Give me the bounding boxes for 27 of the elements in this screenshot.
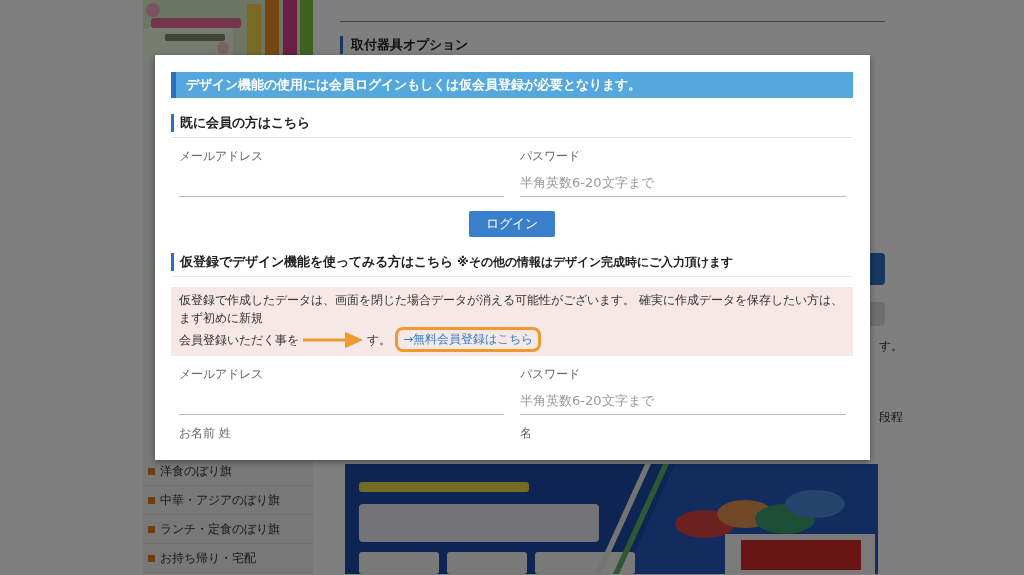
section-heading: 仮登録でデザイン機能を使ってみる方はこちら bbox=[171, 253, 453, 271]
bullet-icon bbox=[148, 467, 155, 475]
category-link[interactable]: お持ち帰り・宅配 bbox=[143, 544, 313, 573]
field-label: パスワード bbox=[520, 148, 581, 165]
field-label: パスワード bbox=[520, 366, 581, 383]
notice-banner: デザイン機能の使用には会員ログインもしくは仮会員登録が必要となります。 bbox=[171, 72, 853, 98]
bullet-icon bbox=[148, 554, 155, 562]
category-link[interactable]: 中華・アジアのぼり旗 bbox=[143, 486, 313, 515]
notice-text: 仮登録で作成したデータは、画面を閉じた場合データが消える可能性がございます。 確実に作成データを保存したい方は、まず初めに新規 bbox=[179, 292, 844, 327]
field-label: メールアドレス bbox=[179, 148, 264, 165]
input-field[interactable]: 半角英数6-20文字まで bbox=[520, 169, 846, 197]
section-heading: 既に会員の方はこちら bbox=[171, 114, 310, 132]
text-fragment: 段程 bbox=[879, 409, 903, 426]
login-button[interactable]: ログイン bbox=[469, 211, 555, 237]
input-field[interactable]: 半角英数6-20文字まで bbox=[520, 387, 846, 415]
register-link[interactable]: →無料会員登録はこちら bbox=[395, 327, 542, 352]
section-note: ※その他の情報はデザイン完成時にご入力頂けます bbox=[457, 254, 733, 271]
field-label: メールアドレス bbox=[179, 366, 264, 383]
field-label: お名前 姓 bbox=[179, 425, 232, 442]
notice-text: す。 bbox=[367, 331, 391, 349]
notice-text: 会員登録いただく事を bbox=[179, 331, 299, 349]
category-link[interactable]: ランチ・定食のぼり旗 bbox=[143, 515, 313, 544]
bullet-icon bbox=[148, 525, 155, 533]
annotation-arrow bbox=[303, 329, 363, 350]
text-fragment: す。 bbox=[879, 338, 903, 355]
bullet-icon bbox=[148, 496, 155, 504]
field-label: 名 bbox=[520, 425, 533, 442]
